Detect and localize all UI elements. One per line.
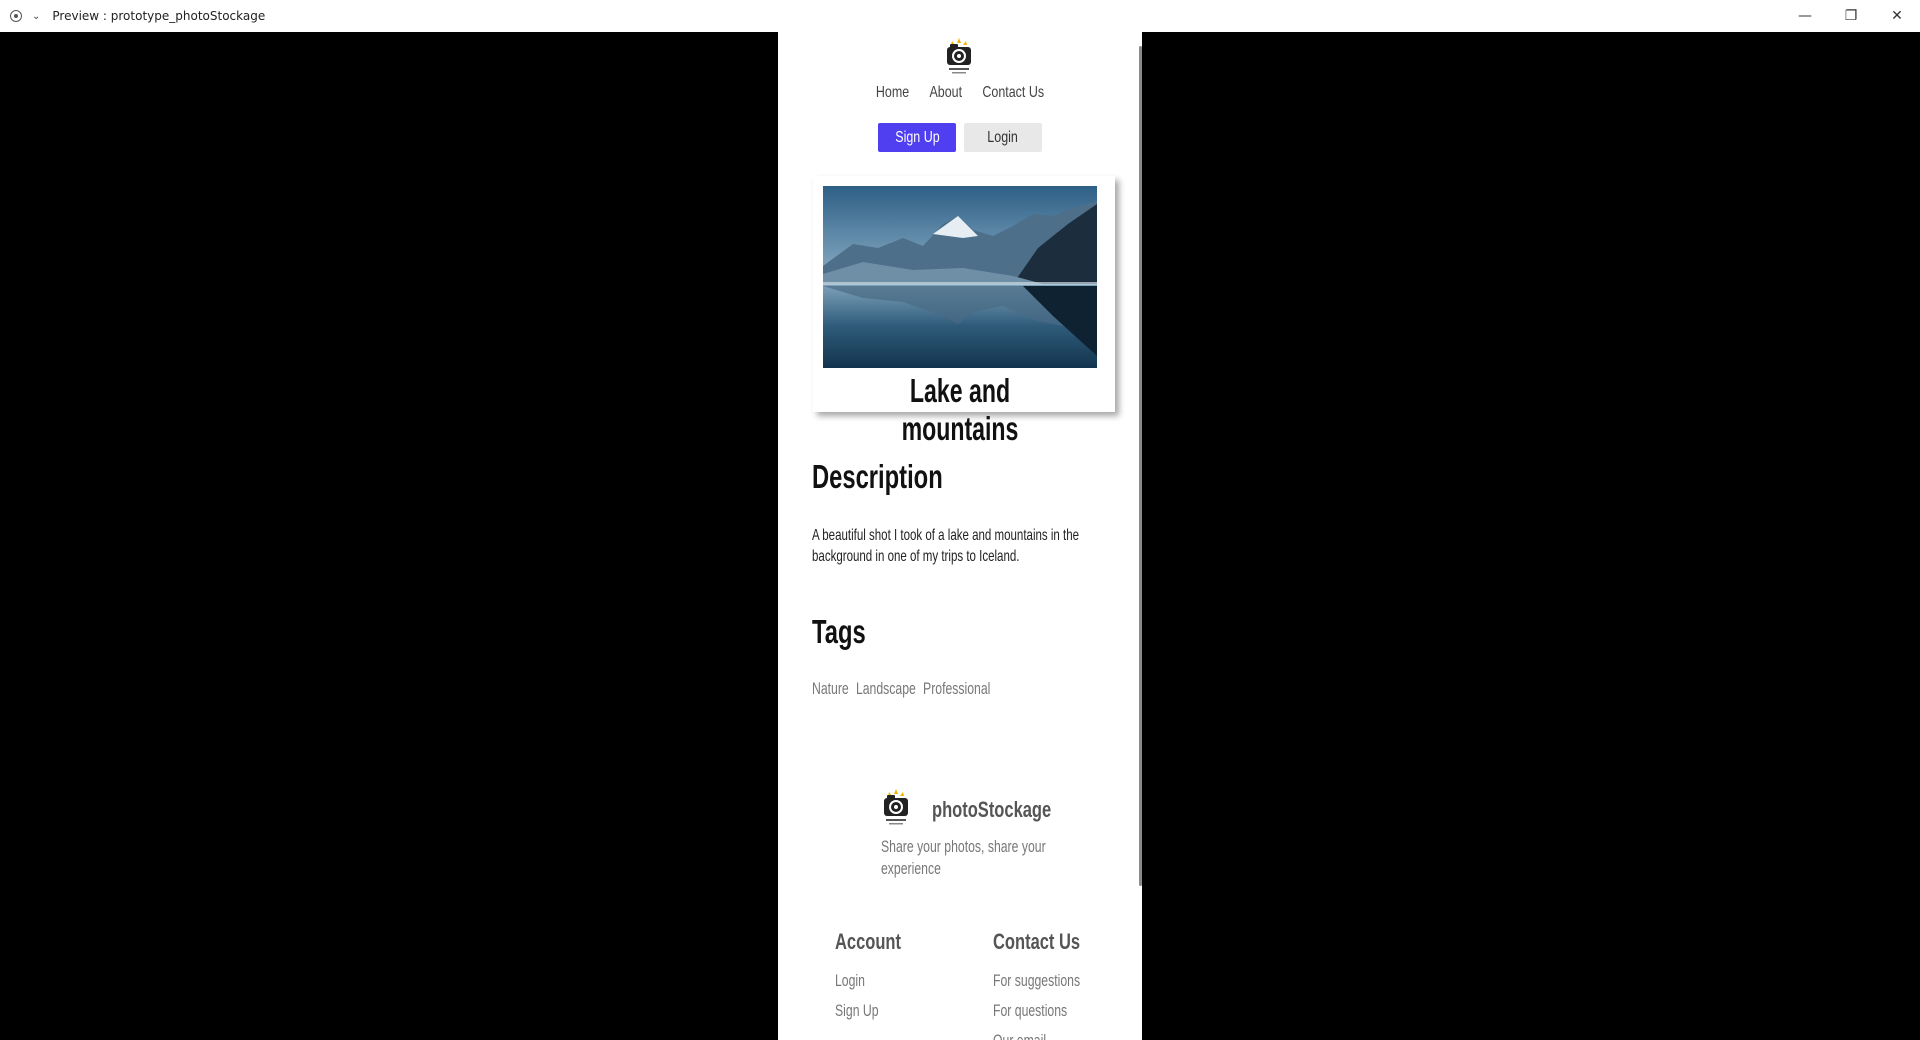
window-title: Preview : prototype_photoStockage [52, 9, 266, 23]
description-heading: Description [812, 458, 943, 495]
app-icon[interactable] [10, 10, 22, 22]
footer-link-email[interactable]: Our email [993, 1031, 1046, 1040]
photo-title: Lake and mountains [813, 372, 1107, 448]
footer-brand: photoStockage [932, 797, 1052, 822]
chevron-down-icon[interactable]: ⌄ [32, 11, 40, 22]
nav-contact-us[interactable]: Contact Us [982, 84, 1044, 102]
footer-tagline: Share your photos, share your experience [881, 837, 1046, 878]
window-titlebar: ⌄ Preview : prototype_photoStockage — ❐ … [0, 0, 1920, 32]
main-nav: Home About Contact Us [818, 84, 1102, 102]
sign-up-label: Sign Up [894, 128, 940, 146]
restore-icon[interactable]: ❐ [1828, 0, 1874, 32]
photo-title-text: Lake and mountains [901, 372, 1019, 447]
close-icon[interactable]: ✕ [1874, 0, 1920, 32]
photo-card: Lake and mountains [813, 176, 1115, 447]
footer-contact-heading: Contact Us [993, 929, 1081, 954]
nav-about[interactable]: About [929, 84, 962, 102]
tag-professional[interactable]: Professional [923, 679, 990, 699]
footer-account-heading: Account [835, 929, 901, 954]
camera-logo-icon[interactable] [944, 38, 974, 78]
minimize-icon[interactable]: — [1782, 0, 1828, 32]
tag-nature[interactable]: Nature [812, 679, 849, 699]
photo-lake-mountains[interactable] [823, 186, 1097, 368]
footer-link-login[interactable]: Login [835, 971, 865, 991]
tag-landscape[interactable]: Landscape [856, 679, 916, 699]
footer-link-questions[interactable]: For questions [993, 1001, 1067, 1021]
login-button[interactable]: Login [964, 123, 1042, 152]
tag-list: Nature Landscape Professional [812, 679, 990, 699]
scrollbar[interactable] [1139, 46, 1142, 886]
sign-up-button[interactable]: Sign Up [878, 123, 956, 152]
footer-link-sign-up[interactable]: Sign Up [835, 1001, 879, 1021]
tags-heading: Tags [812, 613, 866, 650]
nav-home[interactable]: Home [876, 84, 909, 102]
window-controls: — ❐ ✕ [1782, 0, 1920, 32]
camera-logo-icon [884, 789, 908, 825]
description-text: A beautiful shot I took of a lake and mo… [812, 527, 1080, 565]
auth-buttons: Sign Up Login [778, 123, 1142, 152]
login-label: Login [987, 128, 1019, 146]
footer-link-suggestions[interactable]: For suggestions [993, 971, 1080, 991]
mobile-preview: Home About Contact Us Sign Up Login Lake… [778, 32, 1142, 1040]
